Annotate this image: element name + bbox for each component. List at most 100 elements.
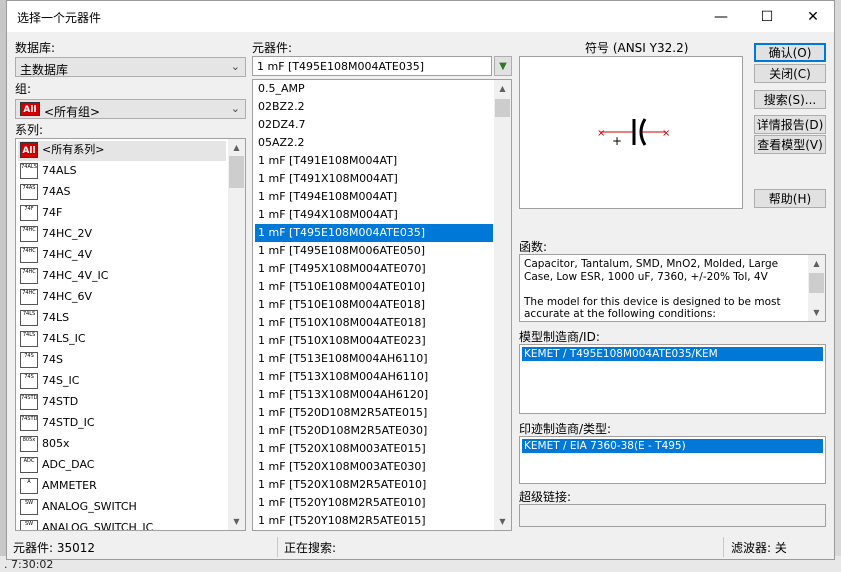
series-item[interactable]: SW ANALOG_SWITCH_IC bbox=[18, 519, 226, 530]
series-item[interactable]: 74LS 74LS_IC bbox=[18, 330, 226, 350]
group-select[interactable]: All <所有组> ⌄ bbox=[15, 99, 246, 119]
series-item[interactable]: A AMMETER bbox=[18, 477, 226, 497]
component-item[interactable]: 1 mF [T520D108M2R5ATE015] bbox=[255, 404, 493, 422]
series-item[interactable]: 74ALS 74ALS bbox=[18, 162, 226, 182]
series-item-label: 805x bbox=[42, 437, 70, 450]
series-item-label: 74ALS bbox=[42, 164, 77, 177]
function-textbox[interactable]: Capacitor, Tantalum, SMD, MnO2, Molded, … bbox=[519, 254, 826, 322]
model-list[interactable]: KEMET / T495E108M004ATE035/KEM bbox=[519, 344, 826, 414]
series-icon: A bbox=[20, 478, 38, 494]
series-item-label: 74LS_IC bbox=[42, 332, 86, 345]
component-count: 元器件: 35012 bbox=[13, 541, 96, 555]
footprint-item[interactable]: KEMET / EIA 7360-38(E - T495) bbox=[521, 438, 824, 454]
function-text: Capacitor, Tantalum, SMD, MnO2, Molded, … bbox=[524, 258, 781, 320]
series-icon: 74ALS bbox=[20, 163, 38, 179]
minimize-button[interactable]: — bbox=[698, 1, 744, 32]
series-item[interactable]: 74AS 74AS bbox=[18, 183, 226, 203]
view-model-button[interactable]: 查看模型(V) bbox=[754, 135, 826, 154]
series-icon: 74LS bbox=[20, 331, 38, 347]
component-item[interactable]: 1 mF [T513X108M004AH6110] bbox=[255, 368, 493, 386]
component-filter-input[interactable]: 1 mF [T495E108M004ATE035] bbox=[252, 56, 492, 76]
series-list[interactable]: All <所有系列> 74ALS 74ALS 74AS 74AS 74F 74F 74HC 74H… bbox=[15, 138, 246, 531]
series-item[interactable]: 74S 74S bbox=[18, 351, 226, 371]
close-window-button[interactable]: ✕ bbox=[790, 1, 836, 32]
series-item[interactable]: ADC ADC_DAC bbox=[18, 456, 226, 476]
series-item[interactable]: SW ANALOG_SWITCH bbox=[18, 498, 226, 518]
series-item[interactable]: 74STD 74STD_IC bbox=[18, 414, 226, 434]
series-icon: 74S bbox=[20, 373, 38, 389]
component-item[interactable]: 1 mF [T520Y108M2R5ATE015] bbox=[255, 512, 493, 530]
series-item[interactable]: 74LS 74LS bbox=[18, 309, 226, 329]
component-list[interactable]: 0.5_AMP 02BZ2.2 02DZ4.7 05AZ2.2 1 mF [T491E1… bbox=[252, 79, 512, 531]
component-item[interactable]: 1 mF [T495X108M004ATE070] bbox=[255, 260, 493, 278]
series-item-label: AMMETER bbox=[42, 479, 97, 492]
component-item[interactable]: 1 mF [T495E108M004ATE035] bbox=[254, 223, 494, 243]
hyperlink-field[interactable] bbox=[519, 504, 826, 527]
scroll-down-icon[interactable]: ▼ bbox=[494, 513, 511, 530]
series-item-label: 74HC_4V bbox=[42, 248, 92, 261]
scroll-up-icon[interactable]: ▲ bbox=[494, 80, 511, 97]
series-icon: 74AS bbox=[20, 184, 38, 200]
component-item[interactable]: 1 mF [T520X108M003ATE030] bbox=[255, 458, 493, 476]
component-item[interactable]: 1 mF [T510E108M004ATE010] bbox=[255, 278, 493, 296]
component-item[interactable]: 1 mF [T520X108M003ATE015] bbox=[255, 440, 493, 458]
window-title: 选择一个元器件 bbox=[17, 11, 102, 25]
maximize-button[interactable]: ☐ bbox=[744, 1, 790, 32]
database-select[interactable]: 主数据库 ⌄ bbox=[15, 57, 246, 77]
component-item[interactable]: 1 mF [T510X108M004ATE023] bbox=[255, 332, 493, 350]
ok-button[interactable]: 确认(O) bbox=[754, 43, 826, 62]
series-icon: All bbox=[20, 142, 38, 158]
component-item[interactable]: 1 mF [T520X108M2R5ATE010] bbox=[255, 476, 493, 494]
component-item[interactable]: 1 mF [T520D108M2R5ATE030] bbox=[255, 422, 493, 440]
series-item[interactable]: 74HC 74HC_6V bbox=[18, 288, 226, 308]
scroll-up-icon[interactable]: ▲ bbox=[808, 255, 825, 272]
series-item[interactable]: 805x 805x bbox=[18, 435, 226, 455]
component-item[interactable]: 1 mF [T513X108M004AH6120] bbox=[255, 386, 493, 404]
component-item[interactable]: 1 mF [T495E108M006ATE050] bbox=[255, 242, 493, 260]
help-button[interactable]: 帮助(H) bbox=[754, 189, 826, 208]
scroll-thumb[interactable] bbox=[229, 156, 244, 188]
footprint-label: 印迹制造商/类型: bbox=[519, 422, 612, 436]
component-item[interactable]: 1 mF [T513E108M004AH6110] bbox=[255, 350, 493, 368]
component-item[interactable]: 1 mF [T491E108M004AT] bbox=[255, 152, 493, 170]
close-button[interactable]: 关闭(C) bbox=[754, 64, 826, 83]
capacitor-symbol-icon: × × + bbox=[597, 118, 670, 148]
series-item[interactable]: 74F 74F bbox=[18, 204, 226, 224]
svg-text:+: + bbox=[612, 134, 622, 148]
series-item-label: 74S_IC bbox=[42, 374, 80, 387]
scroll-down-icon[interactable]: ▼ bbox=[228, 513, 245, 530]
function-scrollbar[interactable]: ▲ ▼ bbox=[808, 255, 825, 321]
component-item[interactable]: 0.5_AMP bbox=[255, 80, 493, 98]
scroll-thumb[interactable] bbox=[809, 273, 824, 293]
component-item[interactable]: 02BZ2.2 bbox=[255, 98, 493, 116]
component-item[interactable]: 1 mF [T494E108M004AT] bbox=[255, 188, 493, 206]
series-item[interactable]: 74HC 74HC_4V_IC bbox=[18, 267, 226, 287]
series-item[interactable]: 74S 74S_IC bbox=[18, 372, 226, 392]
series-item[interactable]: 74HC 74HC_2V bbox=[18, 225, 226, 245]
series-item[interactable]: 74HC 74HC_4V bbox=[18, 246, 226, 266]
component-item[interactable]: 1 mF [T520Y108M2R5ATE010] bbox=[255, 494, 493, 512]
component-item[interactable]: 1 mF [T510X108M004ATE018] bbox=[255, 314, 493, 332]
component-item[interactable]: 1 mF [T491X108M004AT] bbox=[255, 170, 493, 188]
component-item[interactable]: 1 mF [T510E108M004ATE018] bbox=[255, 296, 493, 314]
series-scrollbar[interactable]: ▲ ▼ bbox=[228, 139, 245, 530]
component-item[interactable]: 02DZ4.7 bbox=[255, 116, 493, 134]
filter-icon[interactable]: ▼ bbox=[494, 56, 512, 76]
scroll-down-icon[interactable]: ▼ bbox=[808, 304, 825, 321]
detail-report-button[interactable]: 详情报告(D) bbox=[754, 115, 826, 134]
series-item[interactable]: 74STD 74STD bbox=[18, 393, 226, 413]
component-item[interactable]: 1 mF [T494X108M004AT] bbox=[255, 206, 493, 224]
series-item[interactable]: All <所有系列> bbox=[18, 141, 226, 161]
svg-text:×: × bbox=[662, 128, 670, 139]
series-icon: 74STD bbox=[20, 415, 38, 431]
scroll-thumb[interactable] bbox=[495, 99, 510, 117]
footprint-list[interactable]: KEMET / EIA 7360-38(E - T495) bbox=[519, 436, 826, 484]
model-label: 模型制造商/ID: bbox=[519, 330, 600, 344]
svg-text:×: × bbox=[597, 128, 605, 139]
component-scrollbar[interactable]: ▲ ▼ bbox=[494, 80, 511, 530]
component-item[interactable]: 05AZ2.2 bbox=[255, 134, 493, 152]
search-button[interactable]: 搜索(S)... bbox=[754, 90, 826, 109]
series-item-label: ADC_DAC bbox=[42, 458, 95, 471]
model-item[interactable]: KEMET / T495E108M004ATE035/KEM bbox=[521, 346, 824, 362]
scroll-up-icon[interactable]: ▲ bbox=[228, 139, 245, 156]
